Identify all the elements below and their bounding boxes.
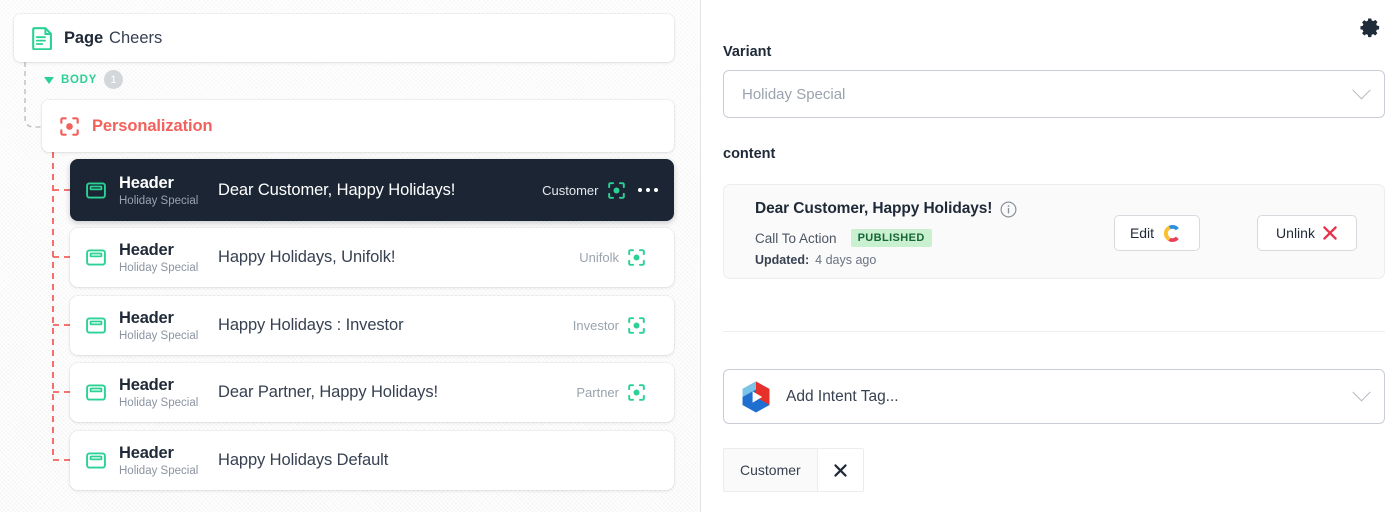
personalization-target-icon	[628, 384, 645, 401]
intent-hexagon-logo	[740, 380, 772, 414]
caret-down-icon[interactable]	[44, 77, 54, 84]
panel-divider	[700, 0, 701, 512]
header-card-text: Dear Customer, Happy Holidays!	[214, 181, 542, 200]
header-card-text: Dear Partner, Happy Holidays!	[214, 383, 576, 402]
updated-value: 4 days ago	[815, 253, 876, 267]
personalization-target-icon	[60, 117, 79, 136]
personalization-target-icon	[628, 317, 645, 334]
close-x-icon[interactable]	[818, 449, 863, 491]
header-card-type: Header	[119, 444, 174, 462]
header-card-investor[interactable]: Header Holiday Special Happy Holidays : …	[70, 296, 674, 355]
header-card-default[interactable]: Header Holiday Special Happy Holidays De…	[70, 431, 674, 490]
header-card-persona: Unifolk	[579, 250, 619, 265]
header-card-persona: Partner	[576, 385, 619, 400]
header-card-text: Happy Holidays, Unifolk!	[214, 248, 579, 267]
personalization-target-icon	[608, 182, 625, 199]
content-meta-row: Call To Action PUBLISHED	[755, 229, 932, 247]
unlink-button[interactable]: Unlink	[1257, 215, 1357, 251]
updated-key: Updated:	[755, 253, 809, 267]
header-block-icon	[86, 317, 106, 334]
header-card-persona: Customer	[542, 183, 598, 198]
header-card-variant: Holiday Special	[119, 397, 214, 409]
header-card-customer[interactable]: Header Holiday Special Dear Customer, Ha…	[70, 159, 674, 221]
contentstack-c-logo	[1161, 222, 1184, 245]
content-updated-row: Updated: 4 days ago	[755, 253, 876, 267]
body-group-row[interactable]: BODY 1	[44, 70, 123, 89]
header-card-text: Happy Holidays : Investor	[214, 316, 573, 335]
info-icon[interactable]	[1000, 201, 1017, 218]
chevron-down-icon[interactable]	[1352, 81, 1370, 99]
intent-tag-chip-label: Customer	[724, 449, 818, 491]
app-root: Page Cheers BODY 1 P	[0, 0, 1397, 512]
variant-select[interactable]: Holiday Special	[723, 70, 1385, 118]
chevron-down-icon[interactable]	[1352, 383, 1370, 401]
content-entry-title: Dear Customer, Happy Holidays!	[755, 200, 992, 218]
header-card-partner[interactable]: Header Holiday Special Dear Partner, Hap…	[70, 363, 674, 422]
edit-button[interactable]: Edit	[1114, 215, 1200, 251]
variant-selected-value: Holiday Special	[742, 86, 1355, 103]
header-block-icon	[86, 384, 106, 401]
body-group-label: BODY	[61, 74, 97, 86]
header-card-variant: Holiday Special	[119, 195, 214, 207]
details-panel: Variant Holiday Special content Dear Cus…	[700, 0, 1397, 512]
personalization-target-icon	[628, 249, 645, 266]
header-card-meta: Header Holiday Special	[119, 174, 214, 207]
header-block-icon	[86, 452, 106, 469]
header-card-text: Happy Holidays Default	[214, 451, 658, 470]
body-group-count-badge: 1	[104, 70, 123, 89]
content-title-row: Dear Customer, Happy Holidays!	[755, 200, 1017, 218]
header-card-unifolk[interactable]: Header Holiday Special Happy Holidays, U…	[70, 228, 674, 287]
intent-tag-chip: Customer	[723, 448, 864, 492]
header-card-meta: Header Holiday Special	[119, 309, 214, 342]
page-card[interactable]: Page Cheers	[14, 14, 674, 62]
intent-tag-select[interactable]: Add Intent Tag...	[723, 369, 1385, 424]
close-x-icon	[1322, 225, 1338, 241]
header-block-icon	[86, 182, 106, 199]
page-name: Cheers	[109, 29, 162, 48]
header-card-type: Header	[119, 174, 174, 192]
header-card-meta: Header Holiday Special	[119, 241, 214, 274]
header-card-variant: Holiday Special	[119, 465, 214, 477]
content-section-label: content	[723, 146, 775, 162]
variant-label: Variant	[723, 44, 771, 60]
section-divider	[723, 331, 1385, 332]
personalization-card[interactable]: Personalization	[42, 100, 674, 152]
intent-tag-placeholder: Add Intent Tag...	[772, 388, 1355, 406]
more-options-icon[interactable]	[638, 188, 659, 193]
header-block-icon	[86, 249, 106, 266]
page-type-label: Page	[64, 29, 103, 48]
content-type-label: Call To Action	[755, 231, 837, 246]
linked-content-card: Dear Customer, Happy Holidays! Call To A…	[723, 184, 1385, 279]
edit-button-label: Edit	[1130, 225, 1154, 241]
structure-tree-panel: Page Cheers BODY 1 P	[0, 0, 700, 512]
page-document-icon	[32, 27, 53, 50]
header-card-meta: Header Holiday Special	[119, 376, 214, 409]
unlink-button-label: Unlink	[1276, 225, 1315, 241]
header-card-meta: Header Holiday Special	[119, 444, 214, 477]
header-card-persona: Investor	[573, 318, 619, 333]
status-badge: PUBLISHED	[851, 229, 932, 247]
header-card-type: Header	[119, 376, 174, 394]
header-card-type: Header	[119, 309, 174, 327]
personalization-label: Personalization	[92, 117, 212, 136]
header-card-type: Header	[119, 241, 174, 259]
gear-icon[interactable]	[1357, 14, 1383, 40]
header-card-variant: Holiday Special	[119, 330, 214, 342]
header-card-variant: Holiday Special	[119, 262, 214, 274]
